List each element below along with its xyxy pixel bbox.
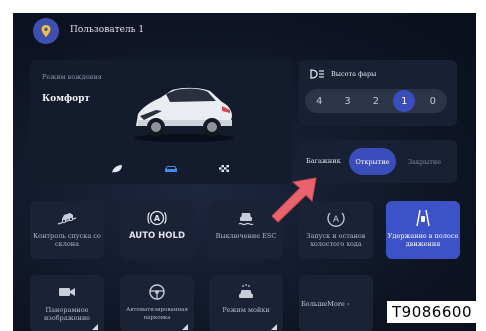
expand-corner-icon [182,324,188,330]
car-image [134,87,234,142]
lane-keep-tile[interactable]: Удержание в полосе движения [386,201,460,259]
headlight-option-0[interactable]: 0 [422,90,444,112]
wash-mode-tile[interactable]: Режим мойки [209,275,283,331]
lane-keep-label: Удержание в полосе движения [387,232,459,248]
drive-mode-label: Режим вождения [42,73,102,81]
hill-descent-label: Контроль спуска со склона [33,232,101,248]
panoramic-view-label: Панорамное изображение [43,306,91,322]
chevron-right-icon: › [346,300,350,308]
trunk-close-button[interactable]: Закрытие [401,148,448,175]
headlight-option-4[interactable]: 4 [308,90,330,112]
lane-keep-icon [416,209,430,227]
car-icon[interactable] [164,164,178,174]
headlight-option-3[interactable]: 3 [337,90,359,112]
more-label: БольшеMore › [301,300,349,308]
start-stop-icon: A [327,212,345,227]
auto-parking-tile[interactable]: Автоматизированная парковка [120,275,194,331]
document-code-label: T9086600 [387,301,477,323]
hill-descent-icon [57,213,77,225]
trunk-open-button[interactable]: Открытие [349,148,396,175]
panoramic-view-tile[interactable]: Панорамное изображение [30,275,104,331]
expand-corner-icon [271,324,277,330]
leaf-icon[interactable] [110,164,124,174]
headlight-option-2[interactable]: 2 [365,90,387,112]
esc-off-label: Выключение ESC [215,232,277,240]
hill-descent-control-tile[interactable]: Контроль спуска со склона [30,201,104,259]
auto-hold-icon: A [147,210,167,226]
auto-hold-icon-letter: A [154,214,161,223]
car-wash-icon [239,284,253,298]
esc-off-icon [238,213,254,226]
user-avatar[interactable] [33,18,59,44]
headlight-option-1[interactable]: 1 [393,90,416,112]
vehicle-settings-screen: Пользователь 1 Режим вождения Комфорт Вы… [13,13,476,331]
more-tile[interactable]: БольшеMore › [299,275,373,331]
headlight-height-panel: Высота фары 4 3 2 1 0 [299,60,457,126]
wash-mode-label: Режим мойки [222,306,270,314]
pointer-arrow-icon [271,177,317,223]
race-flag-icon[interactable] [217,164,231,174]
username[interactable]: Пользователь 1 [70,25,144,35]
drive-mode-panel: Режим вождения Комфорт [30,60,292,184]
steering-wheel-icon [149,284,165,300]
headlight-height-selector[interactable]: 4 3 2 1 0 [305,89,447,113]
expand-corner-icon [92,324,98,330]
auto-hold-tile[interactable]: A AUTO HOLD [120,201,194,259]
headlight-height-title: Высота фары [331,70,377,78]
headlight-icon [310,69,324,79]
drive-mode-value: Комфорт [42,94,90,104]
camera-icon [59,288,75,296]
map-pin-icon [41,25,51,37]
auto-hold-label: AUTO HOLD [128,231,185,241]
start-stop-icon-letter: A [333,215,340,225]
more-label-text: БольшеMore [301,300,345,308]
trunk-title: Багажник [306,157,341,165]
auto-parking-label: Автоматизированная парковка [126,307,188,321]
start-stop-label: Запуск и останов холостого хода [306,232,366,248]
